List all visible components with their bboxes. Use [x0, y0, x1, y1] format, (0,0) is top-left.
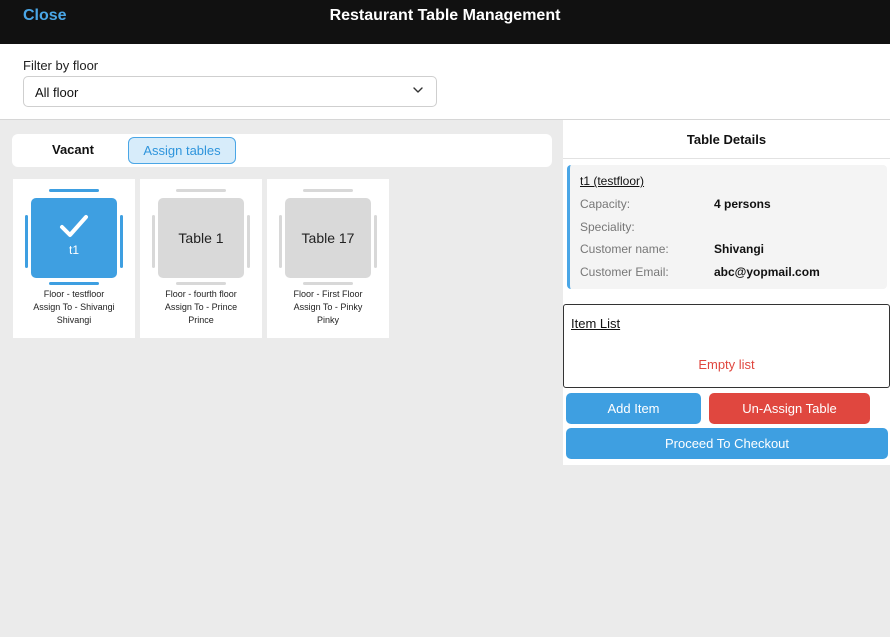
- proceed-to-checkout-button[interactable]: Proceed To Checkout: [566, 428, 888, 459]
- checkmark-icon: [60, 215, 88, 237]
- chair-top: [303, 189, 353, 192]
- table-tabs: Vacant Assign tables: [12, 134, 552, 167]
- top-bar: Close Restaurant Table Management: [0, 0, 890, 44]
- table-tile: Table 17: [285, 198, 371, 278]
- table-link[interactable]: t1 (testfloor): [580, 174, 644, 188]
- chair-right: [120, 215, 123, 268]
- table-tile: t1: [31, 198, 117, 278]
- table-caption: Floor - fourth floor Assign To - Prince …: [142, 288, 260, 327]
- tab-vacant[interactable]: Vacant: [52, 142, 94, 157]
- chair-left: [279, 215, 282, 268]
- add-item-button[interactable]: Add Item: [566, 393, 701, 424]
- table-assign: Assign To - Pinky: [293, 302, 363, 312]
- customer-name-value: Shivangi: [714, 242, 765, 256]
- divider: [563, 158, 890, 159]
- table-name: Table 1: [178, 230, 224, 246]
- table-name: t1: [68, 243, 79, 257]
- capacity-value: 4 persons: [714, 197, 771, 211]
- table-caption: Floor - testfloor Assign To - Shivangi S…: [15, 288, 133, 327]
- empty-list-text: Empty list: [698, 357, 755, 372]
- table-assignee: Shivangi: [56, 315, 92, 325]
- capacity-label: Capacity:: [580, 197, 631, 211]
- table-details-panel: Table Details t1 (testfloor) Capacity: 4…: [563, 120, 890, 465]
- chair-right: [374, 215, 377, 268]
- table-card-table-17[interactable]: Table 17 Floor - First Floor Assign To -…: [267, 179, 389, 338]
- floor-select-value: All floor: [35, 85, 79, 100]
- chair-left: [152, 215, 155, 268]
- table-card-t1[interactable]: t1 Floor - testfloor Assign To - Shivang…: [13, 179, 135, 338]
- item-list-box: Item List Empty list: [563, 304, 890, 388]
- floor-select[interactable]: All floor: [23, 76, 437, 107]
- table-assignee: Pinky: [316, 315, 339, 325]
- chair-top: [176, 189, 226, 192]
- table-assignee: Prince: [188, 315, 214, 325]
- table-floor: Floor - testfloor: [43, 289, 105, 299]
- customer-name-label: Customer name:: [580, 242, 669, 256]
- unassign-table-button[interactable]: Un-Assign Table: [709, 393, 870, 424]
- customer-email-label: Customer Email:: [580, 265, 669, 279]
- chair-left: [25, 215, 28, 268]
- filter-label: Filter by floor: [23, 58, 99, 73]
- chair-right: [247, 215, 250, 268]
- table-floor: Floor - First Floor: [293, 289, 363, 299]
- chair-top: [49, 189, 99, 192]
- details-title: Table Details: [686, 132, 767, 147]
- table-floor: Floor - fourth floor: [165, 289, 237, 299]
- chair-bottom: [176, 282, 226, 285]
- table-card-table-1[interactable]: Table 1 Floor - fourth floor Assign To -…: [140, 179, 262, 338]
- customer-email-value: abc@yopmail.com: [714, 265, 820, 279]
- item-list-label: Item List: [571, 316, 621, 331]
- speciality-label: Speciality:: [580, 220, 635, 234]
- table-caption: Floor - First Floor Assign To - Pinky Pi…: [269, 288, 387, 327]
- chair-bottom: [303, 282, 353, 285]
- table-assign: Assign To - Prince: [164, 302, 238, 312]
- table-info-card: t1 (testfloor) Capacity: 4 persons Speci…: [567, 165, 887, 289]
- chevron-down-icon: [413, 87, 423, 93]
- filter-section: Filter by floor All floor: [0, 44, 890, 120]
- tab-assign-tables[interactable]: Assign tables: [128, 137, 236, 164]
- table-assign: Assign To - Shivangi: [33, 302, 115, 312]
- chair-bottom: [49, 282, 99, 285]
- table-tile: Table 1: [158, 198, 244, 278]
- page-title: Restaurant Table Management: [329, 7, 561, 24]
- table-name: Table 17: [301, 230, 355, 246]
